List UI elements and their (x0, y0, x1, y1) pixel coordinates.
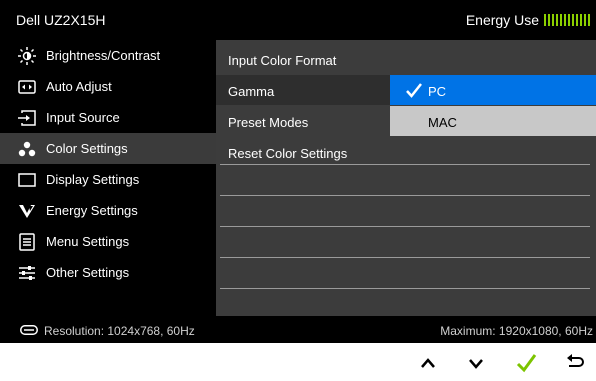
energy-use-label: Energy Use (465, 12, 539, 28)
maximum-resolution: Maximum: 1920x1080, 60Hz (440, 324, 593, 338)
up-arrow-icon[interactable] (416, 352, 440, 374)
color-settings-icon (18, 141, 36, 157)
title-bar: Dell UZ2X15H Energy Use (0, 0, 596, 40)
divider (220, 195, 590, 196)
menu-item-label: Auto Adjust (46, 79, 112, 94)
monitor-model-title: Dell UZ2X15H (16, 12, 106, 28)
setting-label: Preset Modes (228, 115, 309, 130)
osd-window: Dell UZ2X15H Energy Use Brightness/Contr… (0, 0, 596, 343)
menu-item-energy-settings[interactable]: Energy Settings (0, 195, 216, 226)
gamma-option-mac[interactable]: MAC (390, 106, 596, 136)
divider (220, 226, 590, 227)
menu-item-menu-settings[interactable]: Menu Settings (0, 226, 216, 257)
setting-row-input-color-format[interactable]: Input Color Format (216, 44, 596, 74)
color-settings-panel: Input Color Format Gamma Preset Modes Re… (216, 40, 596, 316)
menu-item-label: Brightness/Contrast (46, 48, 161, 63)
menu-settings-icon (19, 233, 35, 251)
current-resolution: Resolution: 1024x768, 60Hz (44, 324, 195, 338)
energy-use-indicator: Energy Use (466, 12, 592, 28)
status-bar: Resolution: 1024x768, 60Hz Maximum: 1920… (0, 316, 596, 343)
energy-settings-icon (19, 205, 35, 218)
menu-item-label: Input Source (46, 110, 120, 125)
gamma-option-label: PC (428, 84, 447, 99)
auto-adjust-icon (18, 80, 36, 94)
input-source-icon (18, 110, 36, 126)
menu-item-label: Menu Settings (46, 234, 130, 249)
divider (220, 164, 590, 165)
menu-item-label: Display Settings (46, 172, 140, 187)
divider (220, 257, 590, 258)
display-settings-icon (18, 173, 36, 187)
menu-item-label: Color Settings (46, 141, 128, 156)
menu-item-color-settings[interactable]: Color Settings (0, 133, 216, 164)
checkmark-icon (406, 83, 422, 98)
setting-label: Gamma (228, 84, 275, 99)
setting-row-reset-color-settings[interactable]: Reset Color Settings (216, 137, 596, 167)
brightness-icon (18, 47, 36, 65)
menu-item-label: Other Settings (46, 265, 130, 280)
setting-label: Input Color Format (228, 53, 337, 68)
main-menu: Brightness/Contrast Auto Adjust Input So… (0, 40, 216, 316)
gamma-option-pc[interactable]: PC (390, 75, 596, 105)
menu-item-display-settings[interactable]: Display Settings (0, 164, 216, 195)
resolution-icon (20, 325, 38, 335)
other-settings-icon (19, 266, 35, 280)
divider (220, 288, 590, 289)
menu-item-brightness-contrast[interactable]: Brightness/Contrast (0, 40, 216, 71)
menu-item-other-settings[interactable]: Other Settings (0, 257, 216, 288)
back-icon[interactable] (562, 352, 586, 374)
menu-item-input-source[interactable]: Input Source (0, 102, 216, 133)
menu-item-label: Energy Settings (46, 203, 138, 218)
down-arrow-icon[interactable] (464, 352, 488, 374)
menu-item-auto-adjust[interactable]: Auto Adjust (0, 71, 216, 102)
energy-use-bar (544, 14, 592, 26)
checkmark-icon[interactable] (514, 352, 538, 374)
gamma-option-label: MAC (428, 115, 457, 130)
setting-label: Reset Color Settings (228, 146, 348, 161)
button-bar (0, 343, 596, 381)
